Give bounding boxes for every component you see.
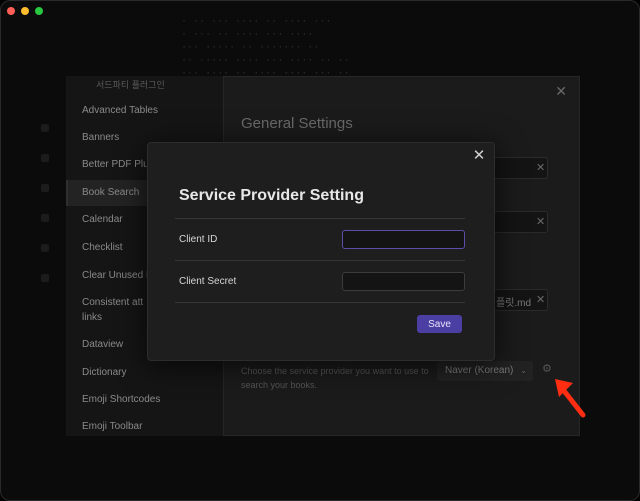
background-editor-text: · ·· ··· ···· ·· ···· ··· · ··· ·· ···· …: [181, 15, 350, 80]
clear-field-icon[interactable]: ✕: [536, 161, 545, 174]
close-window-button[interactable]: [7, 7, 15, 15]
client-secret-label: Client Secret: [179, 276, 237, 287]
app-window: · ·· ··· ···· ·· ···· ··· · ··· ·· ···· …: [0, 0, 640, 501]
ribbon-icon: [41, 184, 49, 192]
modal-title: Service Provider Setting: [179, 187, 364, 204]
minimize-window-button[interactable]: [21, 7, 29, 15]
template-file-value: 플릿.md: [496, 298, 532, 309]
background-ribbon: [1, 76, 66, 456]
maximize-window-button[interactable]: [35, 7, 43, 15]
client-id-label: Client ID: [179, 234, 218, 245]
sidebar-section-header: 서드파티 플러그인: [96, 80, 165, 90]
divider: [175, 218, 465, 219]
sidebar-item-emoji-shortcodes[interactable]: Emoji Shortcodes: [66, 393, 223, 407]
service-provider-description: Choose the service provider you want to …: [241, 366, 429, 390]
ribbon-icon: [41, 154, 49, 162]
editor-line: · ··· ·· ···· ··· ····: [181, 29, 314, 40]
ribbon-icon: [41, 244, 49, 252]
window-controls: [7, 7, 43, 15]
sidebar-item-emoji-toolbar[interactable]: Emoji Toolbar: [66, 420, 223, 434]
editor-line: · ·· ··· ···· ·· ···· ···: [181, 16, 332, 27]
client-secret-input[interactable]: [342, 272, 465, 291]
clear-field-icon[interactable]: ✕: [536, 293, 545, 306]
chevron-down-icon: ⌄: [520, 366, 527, 375]
sidebar-item-advanced-tables[interactable]: Advanced Tables: [66, 104, 223, 118]
ribbon-icon: [41, 214, 49, 222]
service-provider-select[interactable]: Naver (Korean) ⌄: [437, 361, 533, 381]
service-provider-modal: ✕ Service Provider Setting Client ID Cli…: [147, 142, 495, 361]
editor-line: ··· ····· ·· ······· ··: [181, 42, 320, 53]
gear-icon[interactable]: ⚙: [542, 363, 554, 375]
save-button[interactable]: Save: [417, 315, 462, 333]
clear-field-icon[interactable]: ✕: [536, 215, 545, 228]
client-id-input[interactable]: [342, 230, 465, 249]
close-icon[interactable]: ✕: [472, 148, 486, 164]
editor-line: ·· ····· ···· ··· ···· ·· ··: [181, 55, 350, 66]
divider: [175, 302, 465, 303]
ribbon-icon: [41, 274, 49, 282]
service-provider-selected: Naver (Korean): [445, 365, 514, 376]
ribbon-icon: [41, 124, 49, 132]
settings-title: General Settings: [241, 115, 353, 132]
annotation-arrow-icon: [555, 379, 586, 418]
settings-close-icon[interactable]: ✕: [555, 83, 567, 100]
sidebar-item-dictionary[interactable]: Dictionary: [66, 366, 223, 380]
divider: [175, 260, 465, 261]
